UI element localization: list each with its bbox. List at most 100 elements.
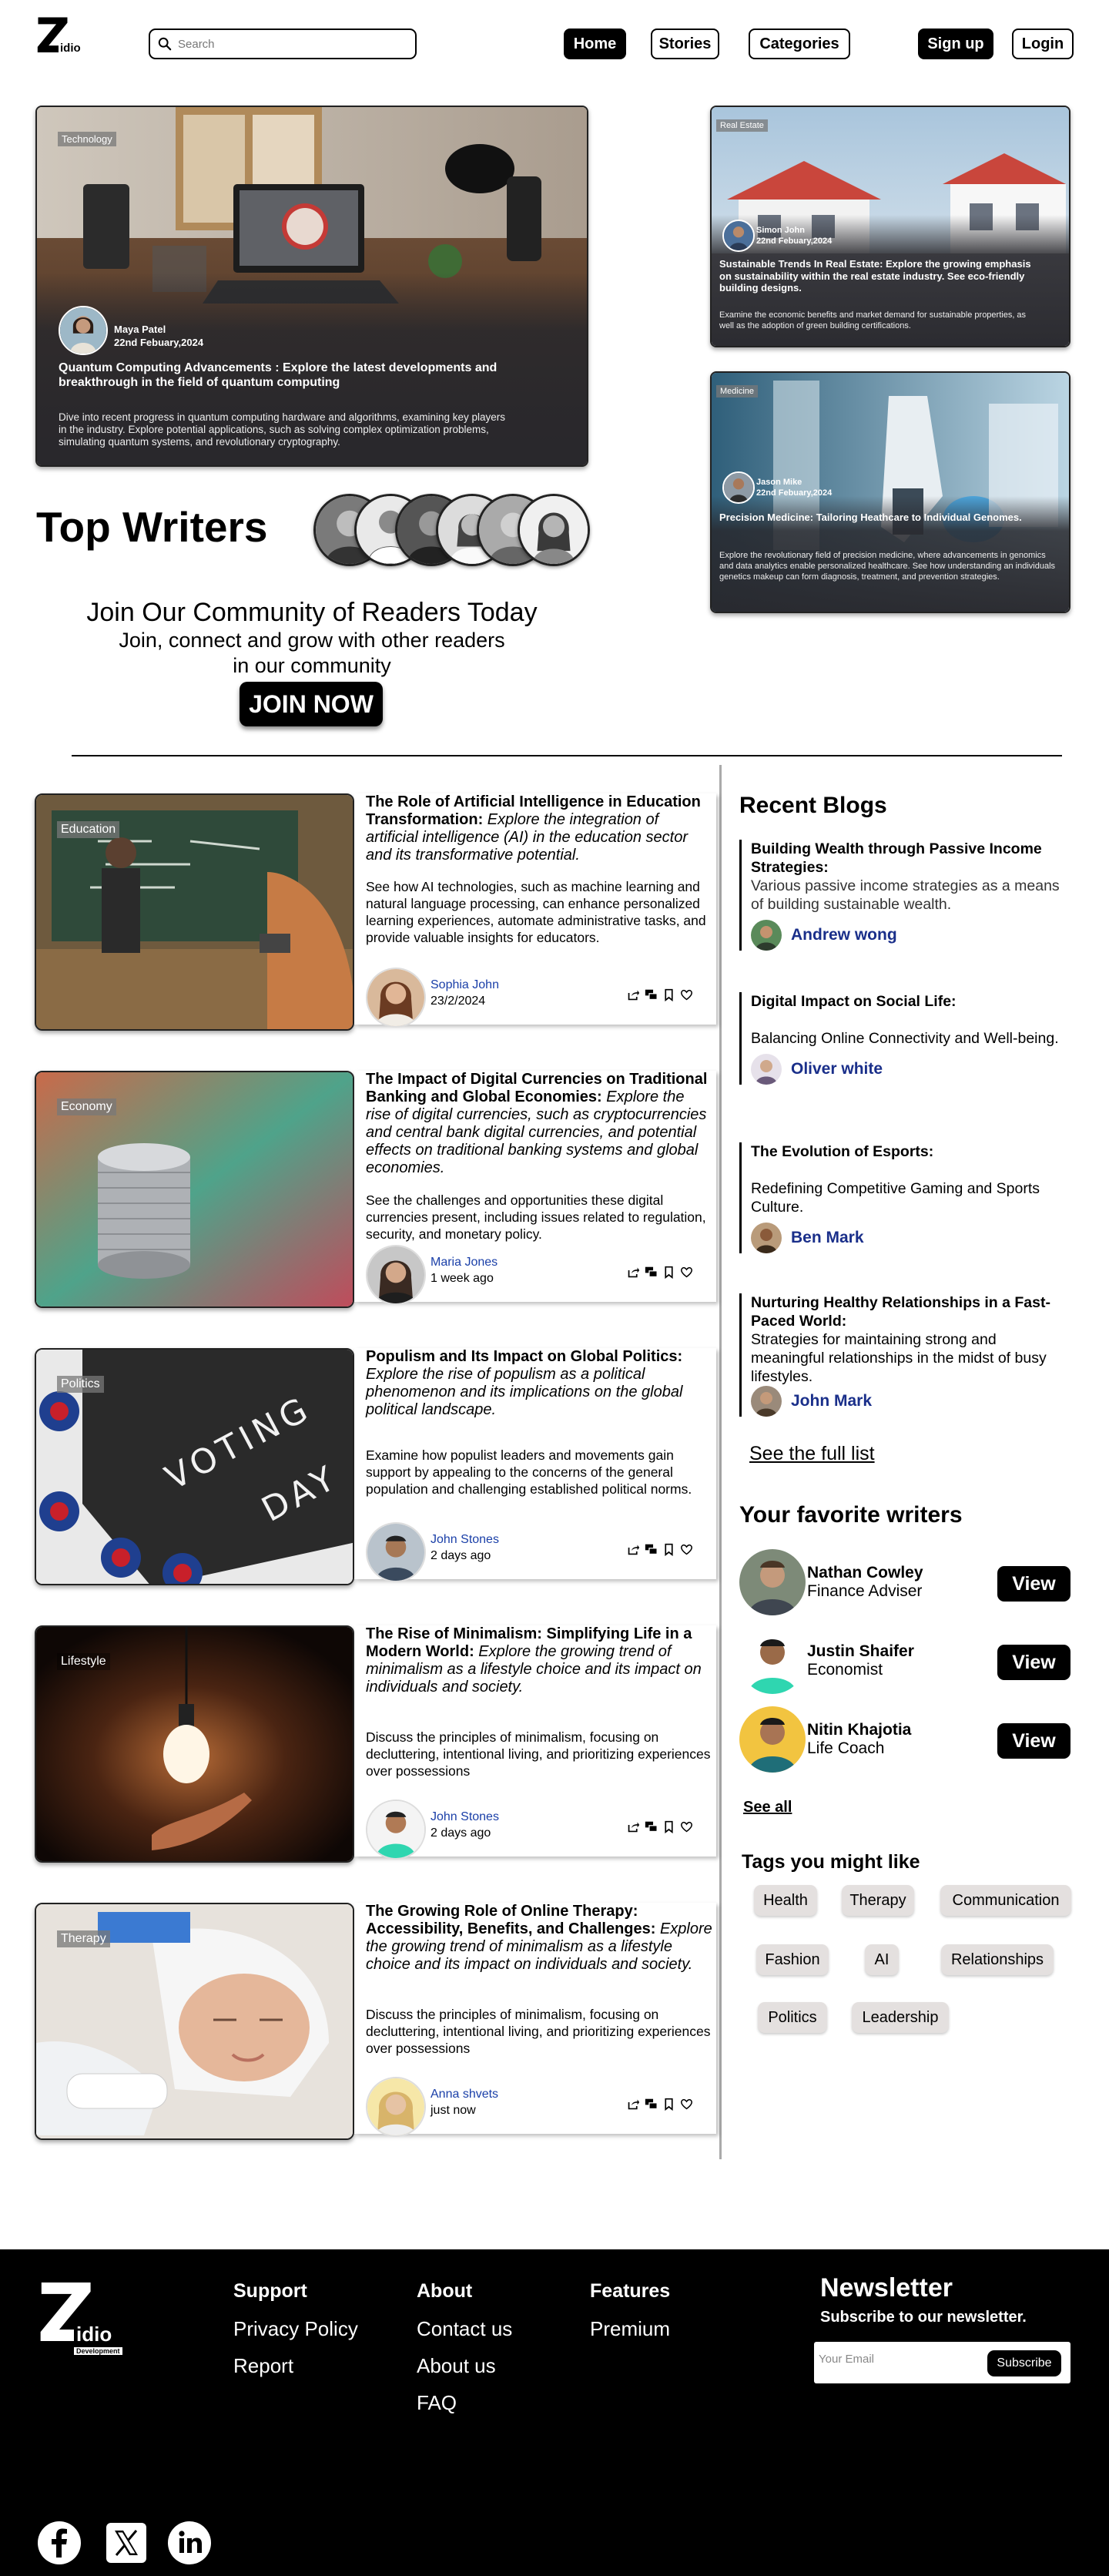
- comment-icon[interactable]: [645, 1543, 658, 1556]
- share-icon[interactable]: [627, 1266, 640, 1279]
- hero-side1-tag[interactable]: Real Estate: [716, 119, 768, 132]
- see-all-writers-link[interactable]: See all: [743, 1799, 792, 1816]
- comment-icon[interactable]: [645, 988, 658, 1001]
- article-tag[interactable]: Politics: [57, 1376, 104, 1393]
- share-icon[interactable]: [627, 1820, 640, 1833]
- join-now-button[interactable]: JOIN NOW: [240, 682, 383, 726]
- comment-icon[interactable]: [645, 1820, 658, 1833]
- share-icon[interactable]: [627, 988, 640, 1001]
- footer-link-report[interactable]: Report: [233, 2347, 358, 2384]
- recent-blog-title[interactable]: The Evolution of Esports:: [751, 1142, 1063, 1161]
- article-card[interactable]: Economy The Impact of Digital Currencies…: [35, 1071, 716, 1308]
- heart-icon[interactable]: [680, 1266, 693, 1279]
- hero-side-card-medicine[interactable]: Medicine Jason Mike 22nd Febuary,2024 Pr…: [710, 371, 1070, 613]
- footer-link-faq[interactable]: FAQ: [417, 2384, 512, 2421]
- hero-side-card-real-estate[interactable]: Real Estate Simon John 22nd Febuary,2024…: [710, 106, 1070, 347]
- avatar[interactable]: [739, 1549, 806, 1615]
- view-writer-button[interactable]: View: [997, 1566, 1070, 1602]
- author-name[interactable]: Sophia John: [431, 977, 499, 994]
- hero-main-author[interactable]: Maya Patel 22nd Febuary,2024: [59, 306, 203, 355]
- article-title[interactable]: Populism and Its Impact on Global Politi…: [366, 1348, 712, 1419]
- author-name[interactable]: Anna shvets: [431, 2086, 498, 2103]
- article-author[interactable]: Anna shvets just now: [366, 2077, 498, 2137]
- tag-ai[interactable]: AI: [865, 1944, 899, 1975]
- view-writer-button[interactable]: View: [997, 1723, 1070, 1759]
- article-author[interactable]: John Stones 2 days ago: [366, 1800, 499, 1860]
- tag-politics[interactable]: Politics: [758, 2002, 827, 2033]
- newsletter-email-input[interactable]: [819, 2353, 980, 2366]
- footer-link-privacy[interactable]: Privacy Policy: [233, 2310, 358, 2347]
- hero-side2-tag[interactable]: Medicine: [716, 385, 759, 397]
- article-tag[interactable]: Education: [57, 821, 120, 838]
- recent-blog-author[interactable]: Ben Mark: [751, 1223, 1063, 1253]
- facebook-icon[interactable]: [37, 2521, 82, 2565]
- hero-side2-title[interactable]: Precision Medicine: Tailoring Heathcare …: [719, 512, 1027, 524]
- tag-leadership[interactable]: Leadership: [852, 2002, 949, 2033]
- share-icon[interactable]: [627, 2098, 640, 2111]
- article-card[interactable]: VOTING DAY Politics Populism and Its Imp…: [35, 1348, 716, 1585]
- article-card[interactable]: Lifestyle The Rise of Minimalism: Simpli…: [35, 1625, 716, 1863]
- hero-main-title[interactable]: Quantum Computing Advancements : Explore…: [59, 361, 567, 390]
- see-full-list-link[interactable]: See the full list: [749, 1443, 875, 1465]
- footer-logo[interactable]: Z idio Development: [37, 2273, 122, 2355]
- recent-blog-author[interactable]: Andrew wong: [751, 920, 1063, 951]
- article-title[interactable]: The Rise of Minimalism: Simplifying Life…: [366, 1625, 712, 1696]
- footer-link-about[interactable]: About us: [417, 2347, 512, 2384]
- search-box[interactable]: [149, 29, 417, 59]
- comment-icon[interactable]: [645, 1266, 658, 1279]
- article-thumbnail[interactable]: Lifestyle: [35, 1625, 354, 1863]
- recent-blog-item[interactable]: Nurturing Healthy Relationships in a Fas…: [739, 1293, 1063, 1417]
- hero-side1-title[interactable]: Sustainable Trends In Real Estate: Explo…: [719, 258, 1035, 294]
- writer-name[interactable]: Nitin Khajotia: [807, 1721, 911, 1739]
- article-thumbnail[interactable]: Education: [35, 793, 354, 1031]
- tag-fashion[interactable]: Fashion: [756, 1944, 829, 1975]
- recent-blog-item[interactable]: The Evolution of Esports: Redefining Com…: [739, 1142, 1063, 1253]
- tag-relationships[interactable]: Relationships: [941, 1944, 1054, 1975]
- recent-blog-author[interactable]: Oliver white: [751, 1054, 1063, 1085]
- bookmark-icon[interactable]: [662, 1543, 675, 1556]
- tag-therapy[interactable]: Therapy: [842, 1885, 914, 1916]
- recent-blog-item[interactable]: Digital Impact on Social Life: Balancing…: [739, 992, 1063, 1085]
- tag-health[interactable]: Health: [754, 1885, 817, 1916]
- author-name[interactable]: John Stones: [431, 1531, 499, 1548]
- avatar[interactable]: [739, 1706, 806, 1773]
- article-thumbnail[interactable]: VOTING DAY Politics: [35, 1348, 354, 1585]
- hero-main-card[interactable]: Technology Maya Patel 22nd Febuary,2024 …: [35, 106, 588, 467]
- article-tag[interactable]: Therapy: [57, 1930, 110, 1947]
- footer-link-premium[interactable]: Premium: [590, 2310, 670, 2347]
- hero-main-tag[interactable]: Technology: [58, 132, 116, 146]
- article-tag[interactable]: Economy: [57, 1098, 116, 1115]
- writer-name[interactable]: Nathan Cowley: [807, 1564, 923, 1582]
- avatar[interactable]: [739, 1628, 806, 1694]
- heart-icon[interactable]: [680, 2098, 693, 2111]
- recent-blog-title[interactable]: Building Wealth through Passive Income S…: [751, 840, 1063, 877]
- signup-button[interactable]: Sign up: [918, 29, 993, 59]
- article-card[interactable]: Therapy The Growing Role of Online Thera…: [35, 1903, 716, 2140]
- share-icon[interactable]: [627, 1543, 640, 1556]
- comment-icon[interactable]: [645, 2098, 658, 2111]
- article-title[interactable]: The Role of Artificial Intelligence in E…: [366, 793, 712, 864]
- article-thumbnail[interactable]: Economy: [35, 1071, 354, 1308]
- heart-icon[interactable]: [680, 1543, 693, 1556]
- author-name[interactable]: Maria Jones: [431, 1254, 498, 1271]
- bookmark-icon[interactable]: [662, 1820, 675, 1833]
- nav-home-button[interactable]: Home: [564, 29, 626, 59]
- search-input[interactable]: [178, 37, 401, 51]
- article-author[interactable]: Sophia John 23/2/2024: [366, 968, 499, 1028]
- view-writer-button[interactable]: View: [997, 1645, 1070, 1680]
- top-writer-avatar[interactable]: [518, 494, 590, 566]
- author-name[interactable]: John Stones: [431, 1809, 499, 1826]
- recent-blog-title[interactable]: Digital Impact on Social Life:: [751, 992, 1063, 1011]
- x-icon[interactable]: [104, 2521, 149, 2565]
- recent-blog-title[interactable]: Nurturing Healthy Relationships in a Fas…: [751, 1293, 1063, 1330]
- tag-communication[interactable]: Communication: [940, 1885, 1071, 1916]
- article-card[interactable]: Education The Role of Artificial Intelli…: [35, 793, 716, 1031]
- subscribe-button[interactable]: Subscribe: [987, 2350, 1061, 2376]
- article-author[interactable]: John Stones 2 days ago: [366, 1522, 499, 1582]
- footer-link-contact[interactable]: Contact us: [417, 2310, 512, 2347]
- nav-categories-button[interactable]: Categories: [749, 29, 850, 59]
- article-thumbnail[interactable]: Therapy: [35, 1903, 354, 2140]
- heart-icon[interactable]: [680, 1820, 693, 1833]
- bookmark-icon[interactable]: [662, 988, 675, 1001]
- linkedin-icon[interactable]: [167, 2521, 212, 2565]
